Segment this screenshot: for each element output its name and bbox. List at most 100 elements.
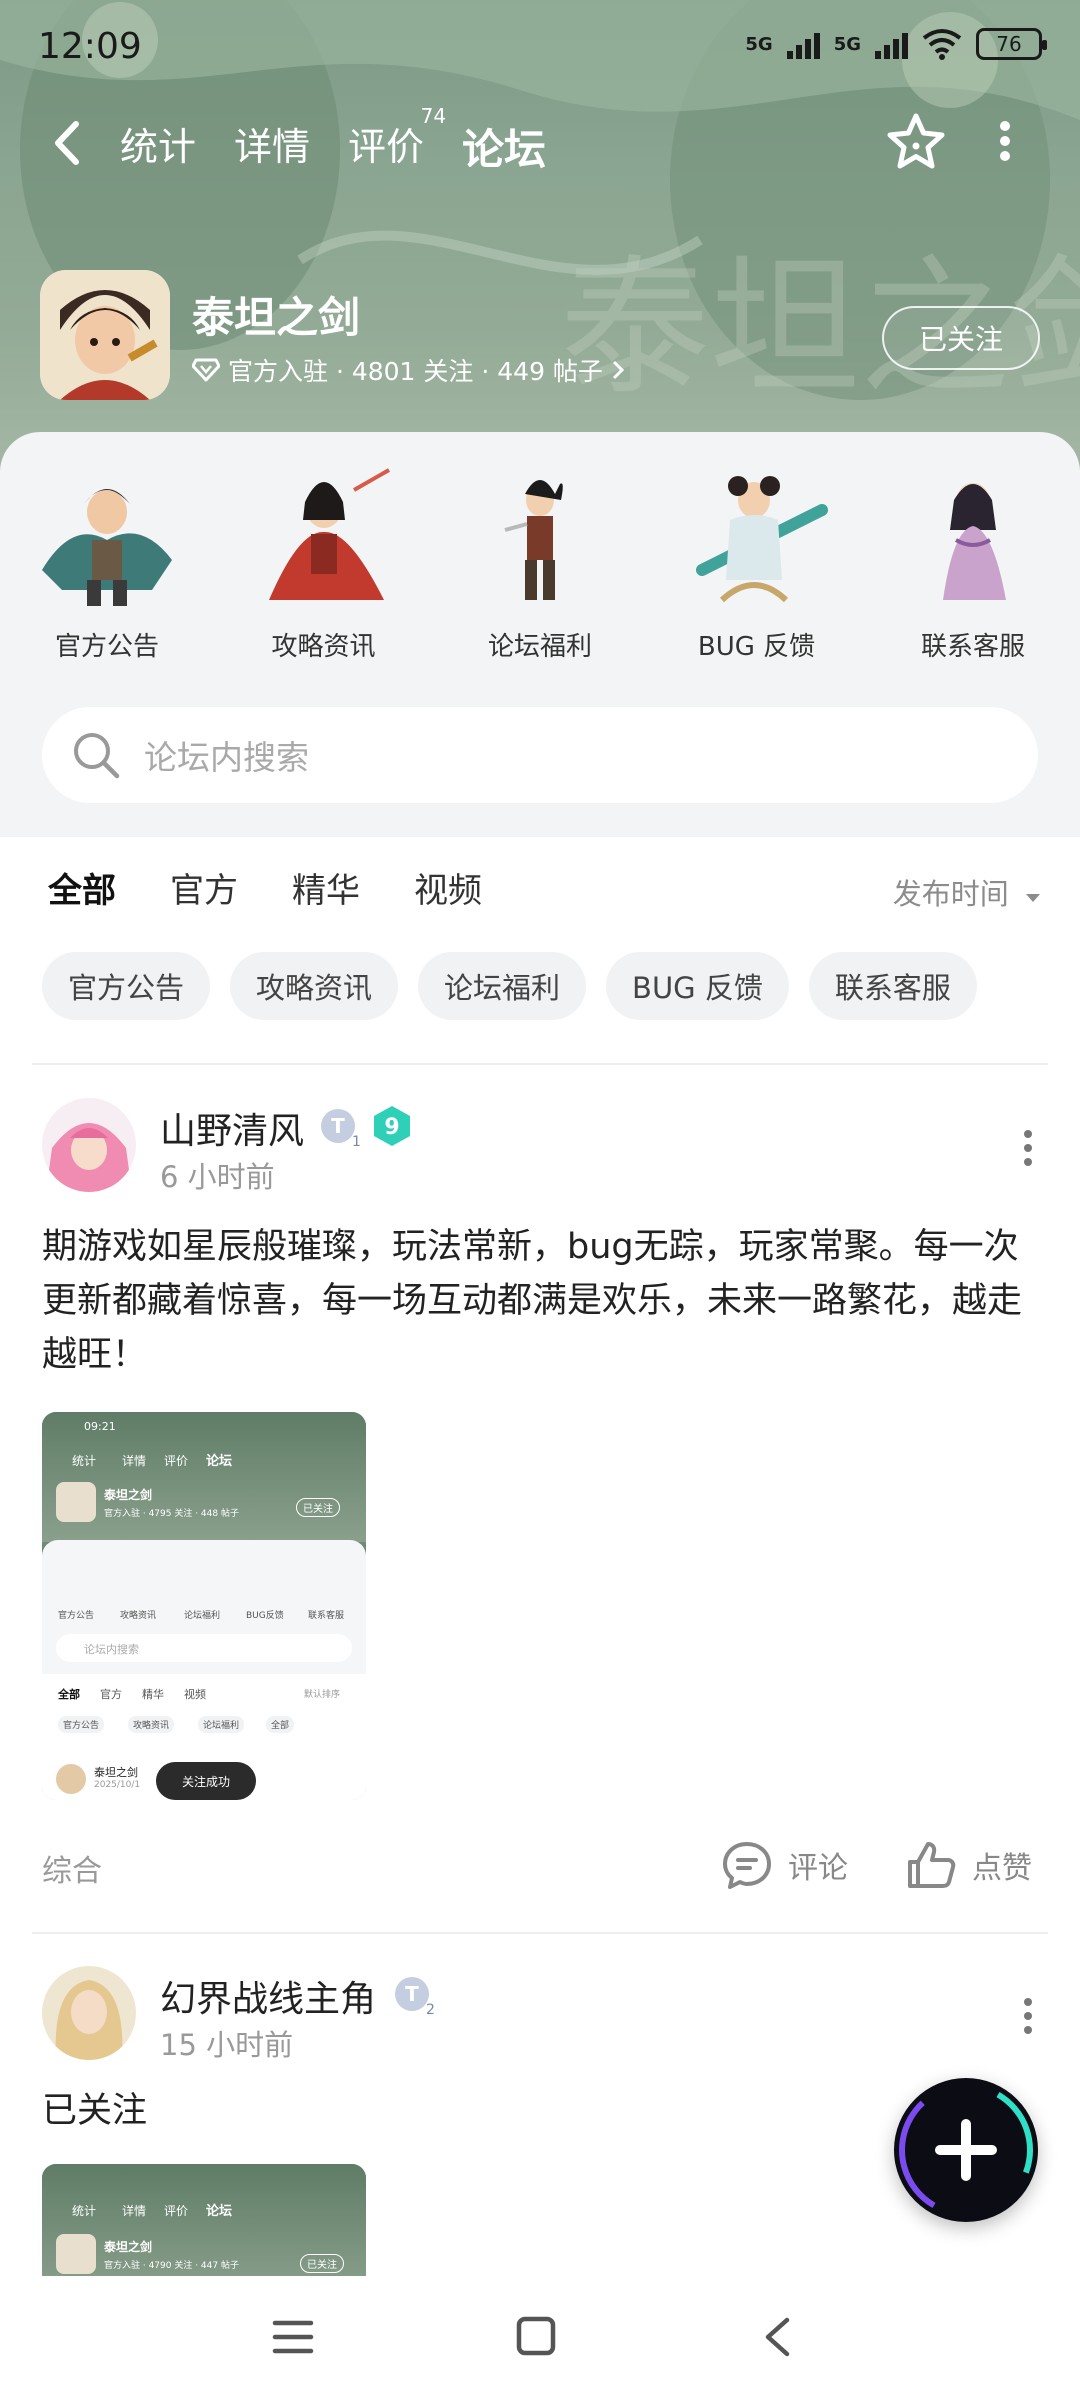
category-customer-service[interactable]: 联系客服 xyxy=(888,460,1058,663)
tab-reviews[interactable]: 评价 74 xyxy=(348,104,446,177)
svg-text:1: 1 xyxy=(352,1134,361,1150)
thumb-ftab: 精华 xyxy=(142,1688,164,1701)
thumb-game-name: 泰坦之剑 xyxy=(104,1488,153,1502)
home-icon[interactable] xyxy=(516,2316,556,2356)
character-bug-icon xyxy=(695,476,828,603)
sort-dropdown[interactable]: 发布时间 xyxy=(893,871,1042,913)
category-bug-report[interactable]: BUG 反馈 xyxy=(672,460,842,663)
svg-text:9: 9 xyxy=(384,1115,399,1140)
system-navigation-bar xyxy=(0,2276,1080,2401)
thumb-game-meta: 官方入驻 · 4795 关注 · 448 帖子 xyxy=(104,1509,239,1519)
author-avatar[interactable] xyxy=(42,1098,136,1192)
more-vertical-icon[interactable] xyxy=(990,116,1020,166)
thumb-chip: 论坛福利 xyxy=(198,1716,245,1733)
category-official-notice[interactable]: 官方公告 xyxy=(22,460,192,663)
back-icon[interactable] xyxy=(762,2316,792,2358)
tab-forum[interactable]: 论坛 xyxy=(458,116,551,187)
category-label: 官方公告 xyxy=(54,632,159,662)
filter-tab-featured[interactable]: 精华 xyxy=(292,863,360,912)
battery-level: 76 xyxy=(996,32,1022,56)
thumb-cat: 论坛福利 xyxy=(184,1611,221,1621)
thumb-sort: 默认排序 xyxy=(304,1690,341,1700)
game-icon[interactable] xyxy=(40,270,170,400)
category-shortcuts: 官方公告 攻略资讯 论坛福利 BUG 反馈 联系客服 xyxy=(0,460,1080,663)
author-name[interactable]: 幻界战线主角 xyxy=(160,1970,376,2022)
verified-diamond-icon xyxy=(192,358,220,382)
thumb-tab: 评价 xyxy=(164,2204,189,2218)
chip-guides[interactable]: 攻略资讯 xyxy=(230,952,399,1020)
thumb-chip: 全部 xyxy=(266,1716,295,1733)
thumb-tab-active: 论坛 xyxy=(206,1454,233,1469)
follow-button[interactable]: 已关注 xyxy=(882,306,1040,370)
network-5g-label: 5G xyxy=(745,33,773,55)
signal-icon-2 xyxy=(875,29,908,59)
post-text[interactable]: 已关注 xyxy=(42,2084,1038,2138)
category-welfare[interactable]: 论坛福利 xyxy=(455,460,625,663)
author-avatar[interactable] xyxy=(42,1966,136,2060)
thumb-search-ph: 论坛内搜索 xyxy=(84,1643,139,1656)
thumb-ftab: 官方 xyxy=(100,1688,122,1701)
thumb-game-icon xyxy=(56,1482,96,1522)
thumb-time: 09:21 xyxy=(84,1420,116,1433)
thumb-avatar xyxy=(56,1764,86,1794)
thumb-ftab: 视频 xyxy=(184,1688,206,1701)
game-title: 泰坦之剑 xyxy=(192,293,361,342)
search-icon xyxy=(74,733,120,779)
chip-official-notice[interactable]: 官方公告 xyxy=(42,952,211,1020)
create-post-button[interactable] xyxy=(894,2078,1038,2222)
author-name[interactable]: 山野清风 xyxy=(160,1102,304,1154)
chip-customer-service[interactable]: 联系客服 xyxy=(808,952,977,1020)
post-image-thumbnail[interactable]: 统计 详情 评价 论坛 泰坦之剑 官方入驻 · 4790 关注 · 447 帖子… xyxy=(42,2164,366,2276)
filter-tab-video[interactable]: 视频 xyxy=(414,863,482,912)
thumb-game-meta: 官方入驻 · 4790 关注 · 447 帖子 xyxy=(104,2261,239,2271)
topic-chips: 官方公告 攻略资讯 论坛福利 BUG 反馈 联系客服 xyxy=(42,952,977,1020)
thumb-cat: 攻略资讯 xyxy=(120,1611,157,1621)
post-text[interactable]: 期游戏如星辰般璀璨，玩法常新，bug无踪，玩家常聚。每一次更新都藏着惊喜，每一场… xyxy=(42,1220,1038,1382)
thumb-chip: 攻略资讯 xyxy=(128,1716,175,1733)
post-image-thumbnail[interactable]: 09:21 统计 详情 评价 论坛 泰坦之剑 官方入驻 · 4795 关注 · … xyxy=(42,1412,366,1800)
like-button[interactable]: 点赞 xyxy=(906,1840,1032,1890)
status-icons: 5G 5G 76 xyxy=(745,28,1047,60)
level-badge-icon: T1 xyxy=(321,1109,361,1150)
network-5g-label-2: 5G xyxy=(833,33,861,55)
tab-details[interactable]: 详情 xyxy=(234,116,310,177)
forum-search-input[interactable]: 论坛内搜索 xyxy=(42,707,1038,803)
vip-level-badge-icon: 9 xyxy=(374,1106,410,1146)
game-meta[interactable]: 官方入驻 · 4801 关注 · 449 帖子 xyxy=(192,352,625,388)
post-time: 6 小时前 xyxy=(160,1160,275,1194)
game-info: 泰坦之剑 官方入驻 · 4801 关注 · 449 帖子 已关注 xyxy=(40,270,1040,402)
post-more-icon[interactable] xyxy=(1022,1128,1034,1168)
comment-label: 评论 xyxy=(788,1851,848,1886)
svg-text:2: 2 xyxy=(426,2002,435,2018)
category-label: BUG 反馈 xyxy=(697,632,816,662)
thumb-cat: 联系客服 xyxy=(308,1611,345,1621)
thumb-tab: 统计 xyxy=(72,1454,97,1468)
filter-tab-all[interactable]: 全部 xyxy=(48,863,116,916)
comment-button[interactable]: 评论 xyxy=(720,1840,848,1890)
post-footer: 综合 评论 点赞 xyxy=(0,1836,1080,1896)
thumb-tab: 详情 xyxy=(122,1454,147,1468)
category-guides[interactable]: 攻略资讯 xyxy=(239,460,409,663)
search-placeholder: 论坛内搜索 xyxy=(144,738,309,777)
tab-stats[interactable]: 统计 xyxy=(120,116,196,177)
back-arrow-icon[interactable] xyxy=(48,118,88,168)
category-label: 论坛福利 xyxy=(487,632,592,662)
filter-tabs: 全部 官方 精华 视频 xyxy=(48,863,482,916)
filter-tab-official[interactable]: 官方 xyxy=(170,863,238,912)
character-service-icon xyxy=(943,483,1006,600)
forum-header: 泰坦之剑 12:09 5G 5G 76 统计 详情 评价74 论坛 xyxy=(0,0,1080,470)
level-badge-icon: T2 xyxy=(395,1977,435,2018)
thumb-follow: 已关注 xyxy=(296,1498,340,1517)
favorite-star-icon[interactable] xyxy=(884,110,948,174)
post-more-icon[interactable] xyxy=(1022,1996,1034,2036)
menu-icon[interactable] xyxy=(272,2318,314,2356)
post-tag[interactable]: 综合 xyxy=(42,1846,102,1890)
avatar-art xyxy=(42,1098,136,1192)
post-card[interactable]: 山野清风 T1 9 6 小时前 期游戏如星辰般璀璨，玩法常新，bug无踪，玩家常… xyxy=(0,1066,1080,1934)
status-bar: 12:09 5G 5G 76 xyxy=(0,0,1080,96)
chip-bug-report[interactable]: BUG 反馈 xyxy=(606,952,789,1020)
thumb-tab: 统计 xyxy=(72,2204,97,2218)
chip-welfare[interactable]: 论坛福利 xyxy=(418,952,587,1020)
category-label: 攻略资讯 xyxy=(271,632,376,662)
svg-text:T: T xyxy=(405,1982,419,2006)
